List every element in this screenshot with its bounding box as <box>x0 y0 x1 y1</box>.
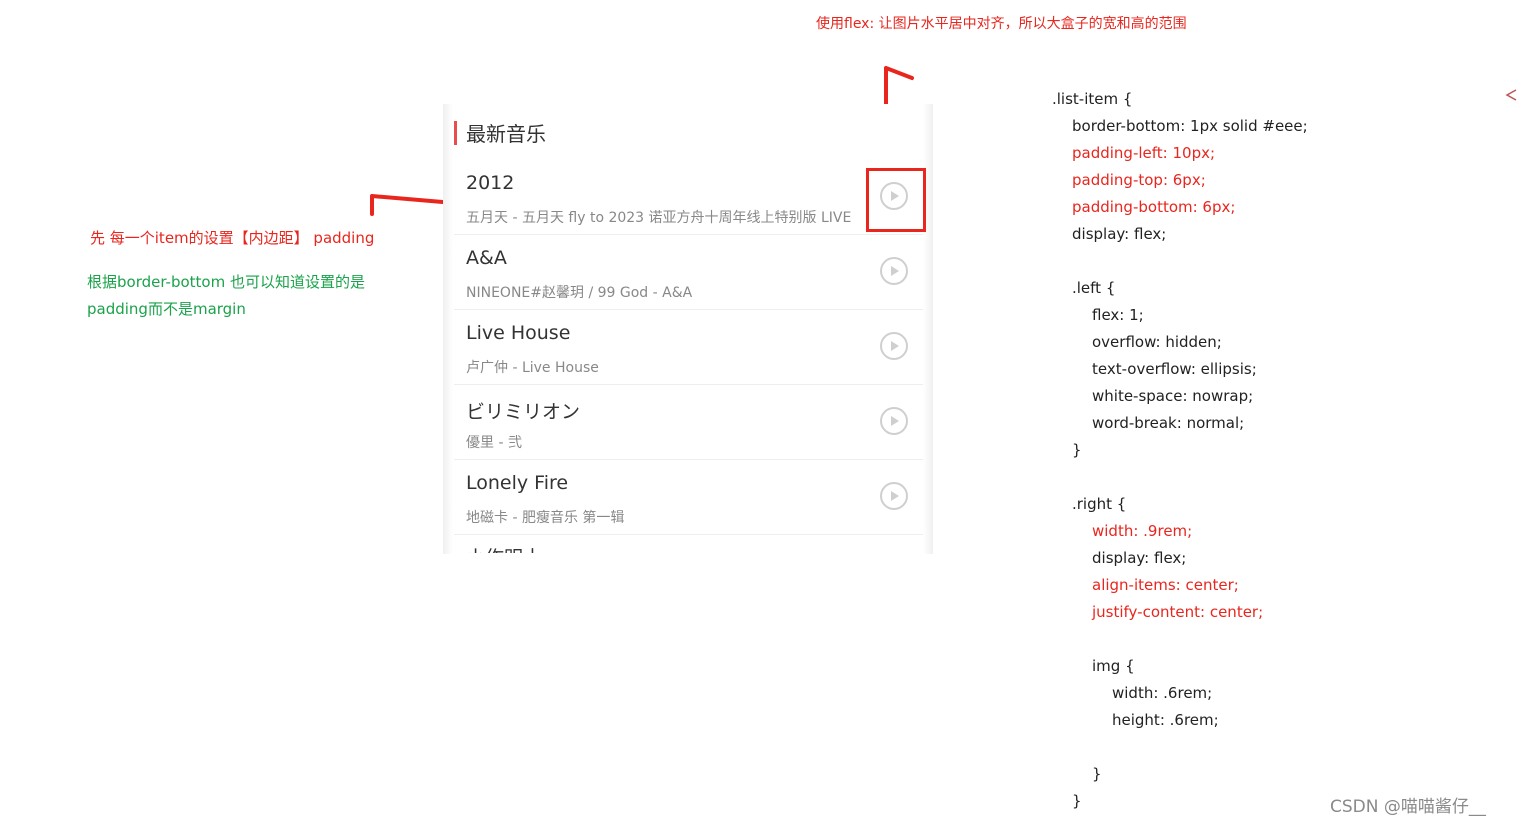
list-item-partial[interactable]: 小作明士 <box>454 535 923 553</box>
code-line: text-overflow: ellipsis; <box>1092 360 1257 378</box>
play-icon[interactable] <box>880 332 908 360</box>
border-annotation: 根据border-bottom 也可以知道设置的是 padding而不是marg… <box>87 269 365 323</box>
song-title: 2012 <box>466 172 515 194</box>
code-line: width: .9rem; <box>1092 522 1193 540</box>
code-line: align-items: center; <box>1092 576 1239 594</box>
song-title: ビリミリオン <box>466 401 581 423</box>
code-line: border-bottom: 1px solid #eee; <box>1072 117 1308 135</box>
code-line: } <box>1072 792 1082 810</box>
code-line: white-space: nowrap; <box>1092 387 1254 405</box>
code-line: } <box>1072 441 1082 459</box>
code-line: width: .6rem; <box>1112 684 1213 702</box>
song-title: Lonely Fire <box>466 472 569 494</box>
song-subtitle: 地磁卡 - 肥瘦音乐 第一辑 <box>466 510 625 526</box>
code-line: display: flex; <box>1072 225 1167 243</box>
song-subtitle: NINEONE#赵馨玥 / 99 God - A&A <box>466 285 693 301</box>
code-line: word-break: normal; <box>1092 414 1245 432</box>
play-icon[interactable] <box>880 407 908 435</box>
play-icon[interactable] <box>880 482 908 510</box>
code-line: padding-left: 10px; <box>1072 144 1216 162</box>
section-accent-bar <box>454 121 457 145</box>
code-line: flex: 1; <box>1092 306 1144 324</box>
code-line: display: flex; <box>1092 549 1187 567</box>
list-item[interactable]: Live House 卢广仲 - Live House <box>454 310 923 385</box>
section-title-text: 最新音乐 <box>466 122 546 146</box>
border-annotation-line1: 根据border-bottom 也可以知道设置的是 <box>87 273 365 291</box>
code-line: .right { <box>1072 495 1127 513</box>
song-title-partial: 小作明士 <box>466 543 542 553</box>
code-line: height: .6rem; <box>1112 711 1219 729</box>
highlight-box <box>866 168 926 232</box>
scroll-mark-icon <box>1505 89 1517 101</box>
song-list: 2012 五月天 - 五月天 fly to 2023 诺亚方舟十周年线上特别版 … <box>454 160 923 553</box>
watermark: CSDN @喵喵酱仔__ <box>1330 797 1486 817</box>
song-subtitle: 卢广仲 - Live House <box>466 360 599 376</box>
code-line: padding-bottom: 6px; <box>1072 198 1236 216</box>
border-annotation-line2: padding而不是margin <box>87 300 246 318</box>
code-line: padding-top: 6px; <box>1072 171 1206 189</box>
code-line: } <box>1092 765 1102 783</box>
code-line: .left { <box>1072 279 1116 297</box>
list-item[interactable]: Lonely Fire 地磁卡 - 肥瘦音乐 第一辑 <box>454 460 923 535</box>
song-subtitle: 優里 - 弐 <box>466 435 522 451</box>
padding-annotation: 先 每一个item的设置【内边距】 padding <box>90 229 375 247</box>
panel-shadow-left <box>443 104 453 554</box>
play-icon[interactable] <box>880 257 908 285</box>
list-item[interactable]: 2012 五月天 - 五月天 fly to 2023 诺亚方舟十周年线上特别版 … <box>454 160 923 235</box>
code-line: img { <box>1092 657 1135 675</box>
css-code-block: .list-item { border-bottom: 1px solid #ee… <box>1052 86 1308 815</box>
code-line: overflow: hidden; <box>1092 333 1222 351</box>
list-item[interactable]: A&A NINEONE#赵馨玥 / 99 God - A&A <box>454 235 923 310</box>
song-title: A&A <box>466 247 507 269</box>
list-item[interactable]: ビリミリオン 優里 - 弐 <box>454 385 923 460</box>
code-line: .list-item { <box>1052 90 1133 108</box>
song-subtitle: 五月天 - 五月天 fly to 2023 诺亚方舟十周年线上特别版 LIVE <box>466 210 852 226</box>
song-title: Live House <box>466 322 571 344</box>
code-line: justify-content: center; <box>1092 603 1264 621</box>
